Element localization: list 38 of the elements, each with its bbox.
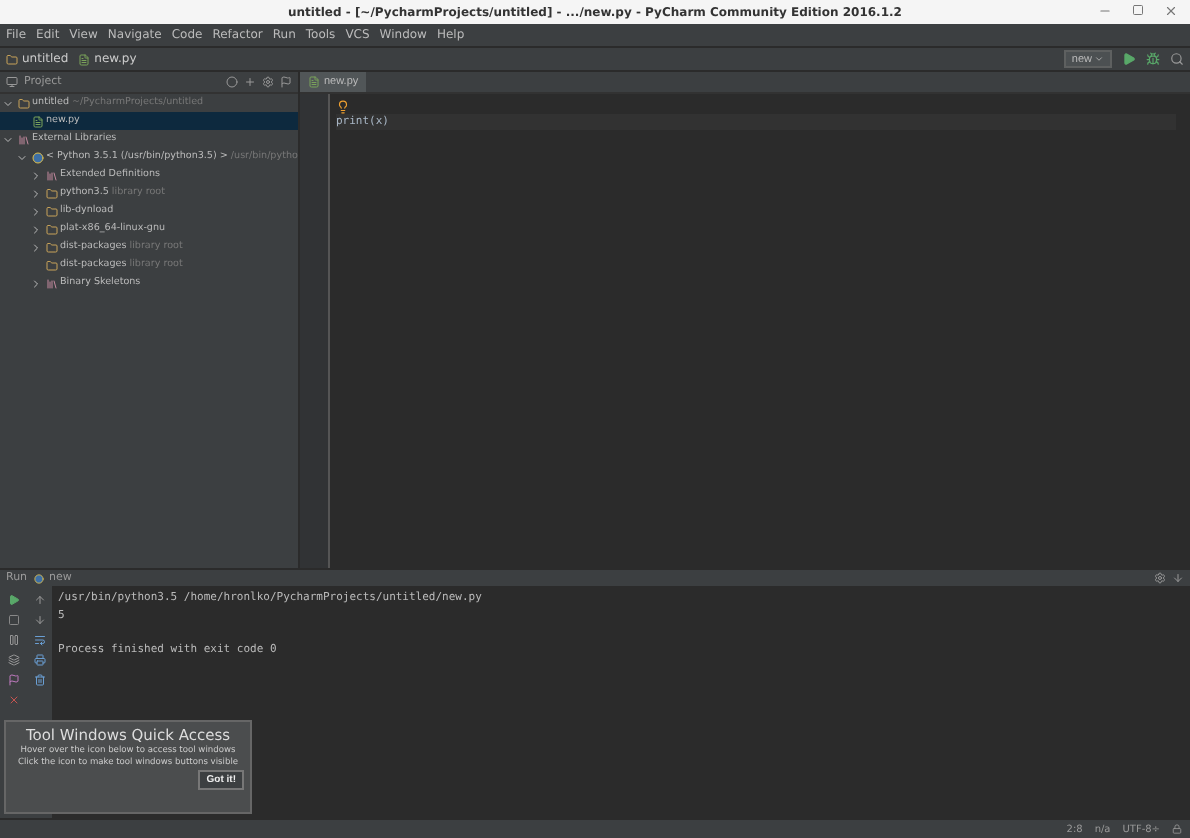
close-icon[interactable] (7, 694, 19, 706)
pause-icon[interactable] (7, 634, 19, 646)
python-icon (33, 573, 44, 583)
up-icon[interactable] (33, 594, 45, 606)
library-icon (17, 133, 29, 145)
library-icon (45, 169, 57, 181)
folder-icon (45, 223, 57, 235)
layers-icon[interactable] (7, 654, 19, 666)
maximize-icon[interactable] (1132, 4, 1144, 18)
print-icon[interactable] (33, 654, 45, 666)
stop-icon[interactable] (7, 614, 19, 626)
folder-icon (45, 259, 57, 271)
debug-icon[interactable] (1146, 52, 1160, 66)
settings-icon[interactable] (262, 76, 274, 88)
python-file-icon (31, 115, 43, 127)
python-file-icon (78, 53, 91, 65)
folder-icon (45, 241, 57, 253)
settings-icon[interactable] (1154, 572, 1166, 584)
lightbulb-icon (336, 99, 350, 113)
folder-icon (45, 187, 57, 199)
hide-icon[interactable] (1172, 572, 1184, 584)
python-file-icon (308, 76, 320, 88)
run-icon[interactable] (1122, 52, 1136, 66)
folder-icon (17, 97, 29, 109)
down-icon[interactable] (33, 614, 45, 626)
minimize-icon[interactable] (1098, 4, 1112, 18)
python-icon (31, 151, 43, 163)
wrap-icon[interactable] (33, 634, 45, 646)
rerun-icon[interactable] (7, 594, 19, 606)
caret-icon (1094, 54, 1104, 64)
folder-icon (45, 205, 57, 217)
folder-icon (6, 53, 18, 65)
search-icon[interactable] (1170, 52, 1184, 66)
close-icon[interactable] (1164, 4, 1178, 18)
trash-icon[interactable] (33, 674, 45, 686)
flag-icon[interactable] (280, 76, 292, 88)
library-icon (45, 277, 57, 289)
lock-icon[interactable] (1172, 824, 1182, 834)
